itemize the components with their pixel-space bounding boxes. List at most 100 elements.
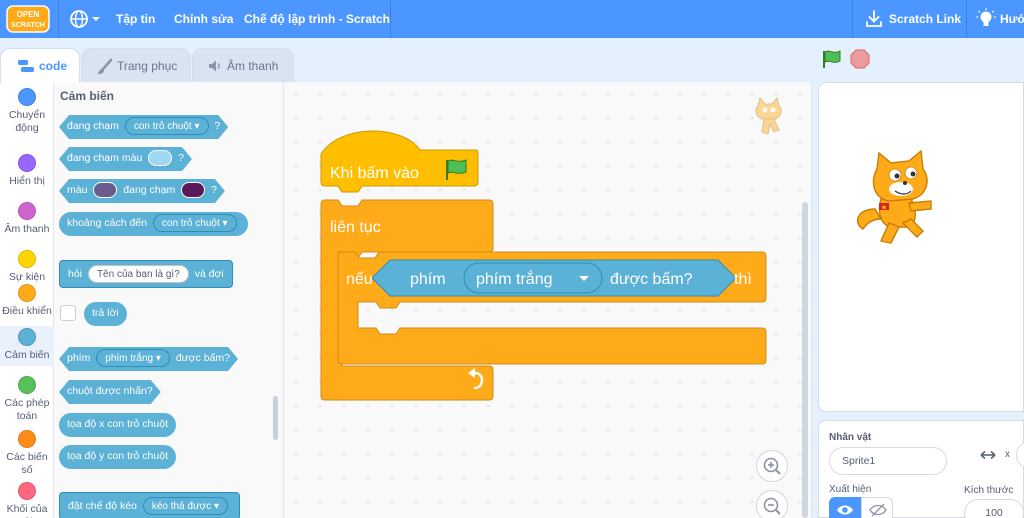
block-text: đang chạm màu [67,152,143,164]
key-dropdown[interactable]: phím trắng ▾ [96,349,170,367]
zoom-out-button[interactable] [756,490,788,518]
category-label: Âm thanh [4,223,50,235]
script-stack[interactable]: Khi bấm vào liên tục nếu phím phím trắng… [320,130,770,402]
answer-block[interactable]: trả lời [84,302,127,326]
pressed-label: được bấm? [610,271,693,288]
x-label: x [1005,449,1010,460]
script-area-scrollbar[interactable] [802,202,808,518]
category-item[interactable]: Hiển thị [0,152,54,192]
then-label: thì [734,271,752,288]
color-swatch[interactable] [148,150,172,166]
tutorials-button[interactable]: Hướ [1000,0,1024,38]
touching-block[interactable]: đang chạm con trỏ chuột ▾ ? [59,115,228,139]
forever-label: liên tục [330,219,381,236]
menu-divider [390,0,391,38]
distance-to-block[interactable]: khoảng cách đến con trỏ chuột ▾ [59,212,248,236]
block-text: ? [214,120,221,132]
palette-scrollbar[interactable] [273,396,278,440]
menu-bar: OPEN SCRATCH Tập tin Chỉnh sửa Chế độ lậ… [0,0,1024,38]
key-pressed-block[interactable]: phím phím trắng ▾ được bấm? [59,347,238,371]
ask-and-wait-block[interactable]: hỏi Tên của bạn là gì? và đợi [59,260,233,288]
eye-icon [837,505,853,515]
category-item[interactable]: Khối của tôi [0,480,54,518]
mouse-x-block[interactable]: tọa độ x con trỏ chuột [59,413,176,437]
answer-checkbox[interactable] [60,305,76,321]
ask-text-input[interactable]: Tên của bạn là gì? [87,265,189,283]
block-palette: Cảm biến đang chạm con trỏ chuột ▾ ? đan… [54,82,284,518]
lightbulb-icon[interactable] [976,8,996,30]
language-globe-icon[interactable] [68,8,102,30]
menu-divider [852,0,853,38]
distance-dropdown[interactable]: con trỏ chuột ▾ [152,214,237,232]
stage[interactable] [818,82,1024,412]
key-dropdown-value: phím trắng [476,269,552,288]
tab-code-label: code [39,59,68,73]
category-label: Cảm biến [4,349,50,361]
category-label: Điều khiển [2,305,52,317]
key-label: phím [410,271,446,288]
tab-costumes[interactable]: Trang phục [81,48,191,82]
touching-color-block[interactable]: đang chạm màu ? [59,147,192,171]
scratch-link-button[interactable]: Scratch Link [889,0,961,38]
menu-divider [58,0,59,38]
color-swatch[interactable] [181,182,205,198]
block-text: màu [67,184,88,196]
drag-mode-dropdown[interactable]: kéo thả được ▾ [142,497,229,515]
category-item[interactable]: Chuyển động [0,86,54,139]
category-color-dot [18,284,36,302]
category-color-dot [18,154,36,172]
dropdown-value: kéo thả được [151,501,212,512]
tab-sounds[interactable]: Âm thanh [192,48,294,82]
eye-slash-icon [869,503,887,517]
sprite-name-field[interactable]: Sprite1 [829,447,947,475]
green-flag-icon[interactable] [820,48,842,70]
hat-block-label: Khi bấm vào [330,165,419,182]
category-label: Các phép toán [4,397,50,422]
block-text: ? [178,152,184,164]
category-color-dot [18,430,36,448]
color-touching-color-block[interactable]: màu đang chạm ? [59,179,225,203]
block-text: ? [211,184,217,196]
category-item[interactable]: Các phép toán [0,374,54,427]
category-item[interactable]: Các biến số [0,428,54,481]
category-item[interactable]: Âm thanh [0,200,54,240]
code-blocks-icon [18,60,34,72]
sprite-label: Nhân vật [829,432,872,443]
category-label: Chuyển động [8,109,46,134]
category-color-dot [18,376,36,394]
tab-code[interactable]: code [0,48,80,83]
sprite-info-panel: Nhân vật Sprite1 x Xuất hiện Kích thước … [818,420,1024,518]
tab-sounds-label: Âm thanh [227,59,279,73]
cat-sprite[interactable] [851,149,947,249]
category-color-dot [18,328,36,346]
category-item[interactable]: Cảm biến [0,326,54,366]
set-drag-mode-block[interactable]: đặt chế độ kéo kéo thả được ▾ [59,492,241,518]
block-text: tọa độ y con trỏ chuột [67,450,168,462]
size-label: Kích thước [964,485,1014,496]
mode-menu[interactable]: Chế độ lập trình - Scratch [244,0,390,38]
stop-icon[interactable] [850,49,870,69]
show-toggle-hidden[interactable] [861,497,893,518]
file-menu[interactable]: Tập tin [116,0,155,38]
dropdown-value: con trỏ chuột [133,121,192,132]
category-item[interactable]: Điều khiển [0,282,54,322]
touching-dropdown[interactable]: con trỏ chuột ▾ [125,117,209,135]
script-area[interactable]: Khi bấm vào liên tục nếu phím phím trắng… [284,82,812,518]
block-text: tọa độ x con trỏ chuột [67,418,168,430]
block-text: đang chạm [67,120,119,132]
zoom-in-button[interactable] [756,450,788,482]
show-label: Xuất hiện [829,484,872,495]
color-swatch[interactable] [93,182,117,198]
block-text: khoảng cách đến [67,217,147,229]
mouse-down-block[interactable]: chuột được nhấn? [59,380,161,404]
show-toggle-visible[interactable] [829,497,861,518]
category-label: Các biến số [6,451,48,476]
mouse-y-block[interactable]: tọa độ y con trỏ chuột [59,445,176,469]
block-text: chuột được nhấn? [67,385,153,397]
edit-menu[interactable]: Chỉnh sửa [174,0,233,38]
block-text: và đợi [194,268,224,280]
x-position-field[interactable] [1016,441,1024,469]
download-icon[interactable] [864,9,884,29]
size-field[interactable]: 100 [964,499,1024,518]
open-scratch-logo[interactable]: OPEN SCRATCH [6,4,50,34]
